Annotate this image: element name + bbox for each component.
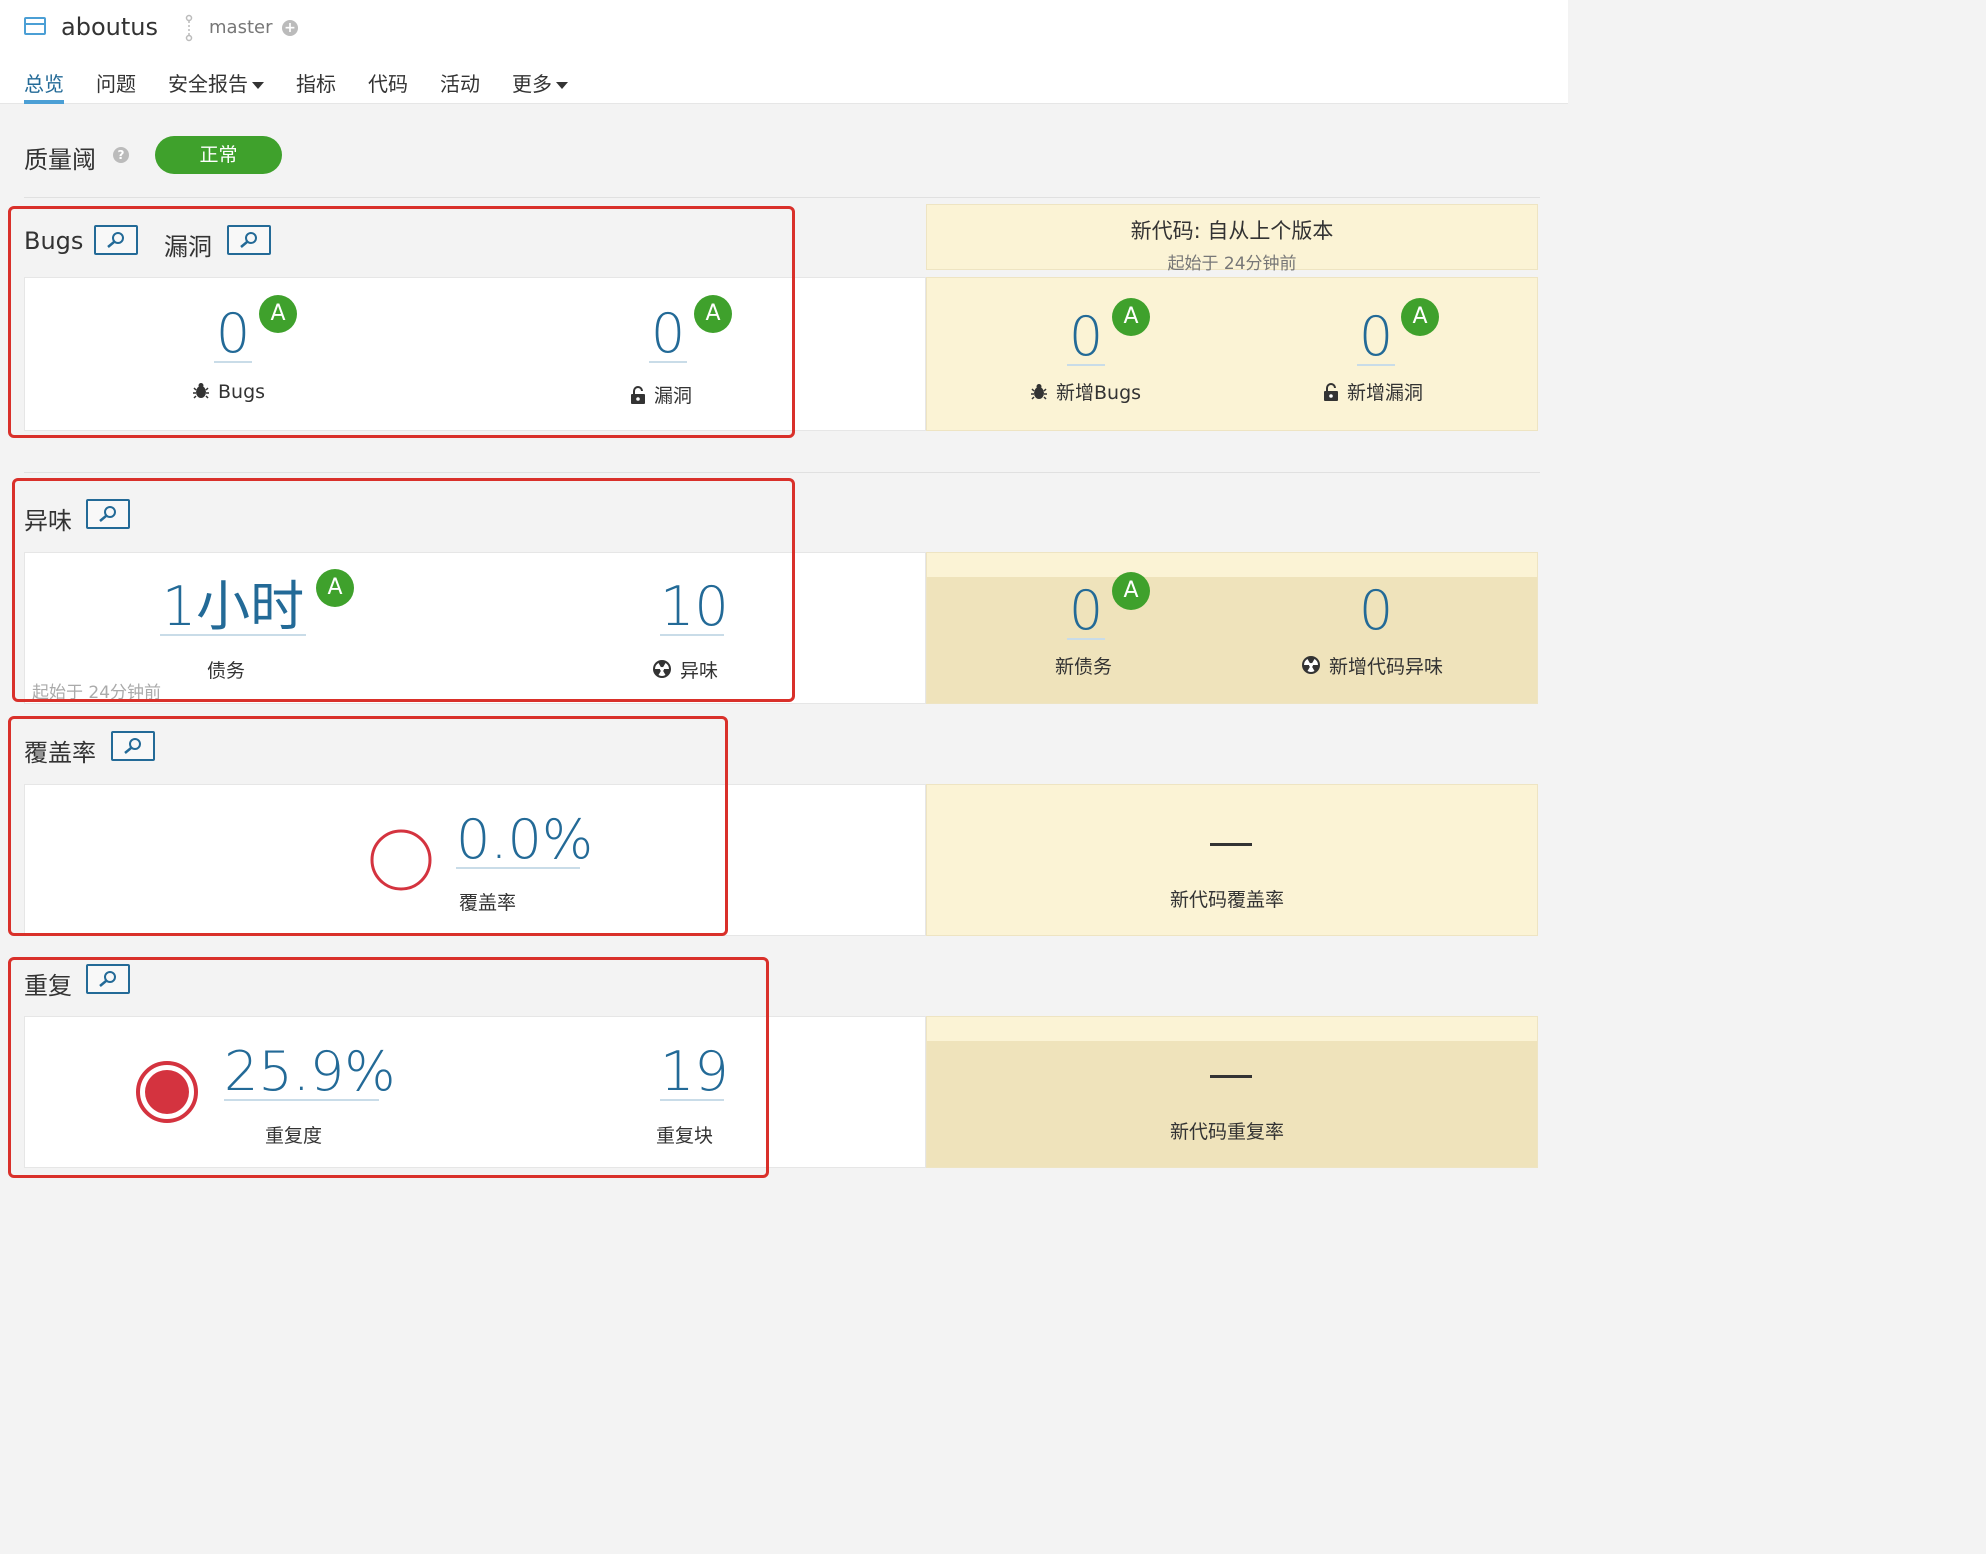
- unlock-icon: [1324, 383, 1338, 401]
- divider: [24, 472, 1540, 473]
- divider: [24, 197, 1540, 198]
- project-header: aboutus master + 总览 问题 安全报告 指标 代码 活动 更多: [0, 0, 1568, 104]
- new-vulns-label: 新增漏洞: [1323, 378, 1423, 405]
- new-debt-label: 新债务: [1055, 656, 1113, 678]
- highlight-box-coverage: [8, 716, 728, 936]
- tab-measures[interactable]: 指标: [296, 68, 336, 104]
- add-branch-icon[interactable]: +: [282, 20, 298, 36]
- project-icon: [24, 17, 46, 35]
- new-code-since: 起始于 24分钟前: [1167, 254, 1297, 274]
- new-code-highlight: [927, 1041, 1537, 1167]
- new-coverage-label: 新代码覆盖率: [1170, 889, 1285, 911]
- highlight-box-duplications: [8, 957, 769, 1178]
- chevron-down-icon: [252, 82, 264, 89]
- help-icon[interactable]: ?: [113, 147, 129, 163]
- tab-security-reports[interactable]: 安全报告: [168, 68, 264, 104]
- new-code-title: 新代码: 自从上个版本: [1130, 219, 1334, 243]
- quality-gate-status-badge[interactable]: 正常: [155, 136, 282, 174]
- quality-gate-label: 质量阈: [24, 146, 96, 174]
- coverage-new-panel: [926, 784, 1538, 936]
- branch-name[interactable]: master: [209, 17, 272, 38]
- new-coverage-value: [1210, 843, 1252, 846]
- tab-activity[interactable]: 活动: [440, 68, 480, 104]
- radiation-icon: [1302, 656, 1320, 674]
- new-smells-label: 新增代码异味: [1301, 652, 1443, 679]
- new-code-highlight: [927, 577, 1537, 703]
- tab-issues[interactable]: 问题: [96, 68, 136, 104]
- chevron-down-icon: [556, 82, 568, 89]
- new-duplications-label: 新代码重复率: [1170, 1121, 1285, 1143]
- branch-icon: [185, 14, 193, 42]
- tab-overview[interactable]: 总览: [24, 68, 64, 104]
- project-name[interactable]: aboutus: [61, 13, 158, 41]
- highlight-box-maintainability: [12, 478, 795, 702]
- tab-more-label: 更多: [512, 72, 552, 96]
- new-bugs-value[interactable]: 0: [1067, 310, 1105, 366]
- new-duplications-value: [1210, 1075, 1252, 1078]
- new-bugs-label-text: 新增Bugs: [1056, 382, 1142, 404]
- new-smells-value: 0: [1358, 579, 1394, 642]
- new-bugs-label: 新增Bugs: [1030, 378, 1141, 405]
- new-vulns-value[interactable]: 0: [1357, 310, 1395, 366]
- tab-more[interactable]: 更多: [512, 68, 568, 104]
- tab-code[interactable]: 代码: [368, 68, 408, 104]
- reliability-new-panel: [926, 277, 1538, 431]
- duplications-new-panel: [926, 1016, 1538, 1168]
- bug-icon: [1031, 384, 1047, 400]
- new-smells-label-text: 新增代码异味: [1329, 656, 1444, 678]
- new-bugs-rating[interactable]: A: [1112, 298, 1150, 336]
- new-vulns-rating[interactable]: A: [1401, 298, 1439, 336]
- maintainability-new-panel: [926, 552, 1538, 704]
- highlight-box-reliability: [8, 206, 795, 438]
- new-vulns-label-text: 新增漏洞: [1347, 382, 1424, 404]
- new-code-header: 新代码: 自从上个版本 起始于 24分钟前: [926, 204, 1538, 274]
- new-debt-rating[interactable]: A: [1112, 572, 1150, 610]
- project-nav: 总览 问题 安全报告 指标 代码 活动 更多: [24, 68, 600, 104]
- new-debt-value[interactable]: 0: [1067, 584, 1105, 640]
- tab-security-reports-label: 安全报告: [168, 72, 248, 96]
